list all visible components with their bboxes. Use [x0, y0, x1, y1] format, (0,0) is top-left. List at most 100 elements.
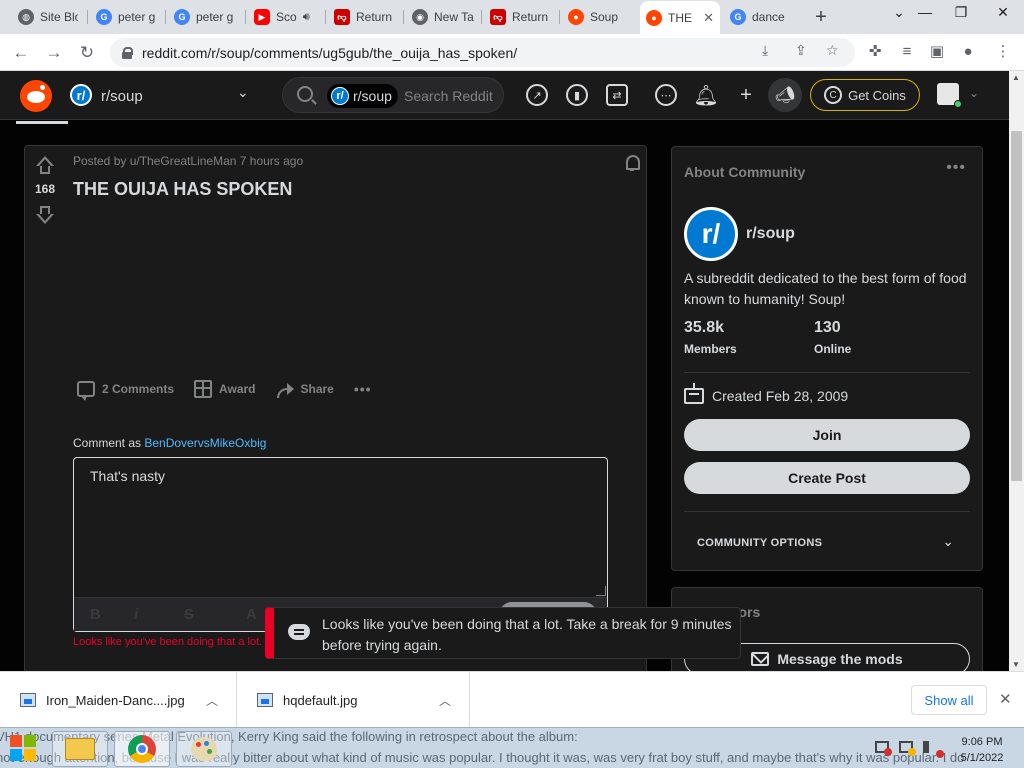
search-scope-chip[interactable]: r/ r/soup: [327, 84, 398, 108]
downvote-arrow-icon[interactable]: [36, 204, 54, 224]
advertise-megaphone-icon[interactable]: 📣︎: [768, 78, 802, 112]
bookmark-star-icon[interactable]: ☆: [826, 42, 839, 59]
system-clock[interactable]: 9:06 PM 5/1/2022: [952, 734, 1012, 766]
start-button[interactable]: [10, 735, 38, 763]
chevron-up-icon[interactable]: ︿: [439, 692, 451, 709]
close-downloads-icon[interactable]: ✕: [999, 690, 1012, 708]
superscript-icon[interactable]: A: [246, 606, 257, 623]
side-panel-icon[interactable]: ▣: [927, 42, 947, 62]
google-icon: G: [730, 9, 746, 25]
chevron-down-icon[interactable]: ⌄: [969, 86, 979, 100]
user-avatar[interactable]: [937, 83, 962, 108]
community-options-toggle[interactable]: COMMUNITY OPTIONS: [697, 537, 822, 549]
search-input[interactable]: Search Reddit: [404, 88, 500, 104]
resize-grip-icon[interactable]: [596, 586, 606, 596]
scrollbar-thumb[interactable]: [1011, 131, 1022, 481]
get-coins-button[interactable]: C Get Coins: [810, 79, 920, 111]
follow-bell-icon[interactable]: [624, 154, 642, 172]
members-stat: 35.8k Members: [684, 319, 737, 356]
online-dot: [954, 100, 962, 108]
browser-tab[interactable]: ◉ New Ta: [406, 5, 482, 29]
username-link[interactable]: BenDovervsMikeOxbig: [144, 436, 266, 450]
post-card: 168 Posted by u/TheGreatLineMan 7 hours …: [24, 145, 647, 671]
media-icon[interactable]: ≡: [897, 42, 917, 62]
forward-button[interactable]: →: [42, 41, 66, 65]
search-bar[interactable]: r/ r/soup Search Reddit: [282, 77, 504, 113]
tab-search-chevron-icon[interactable]: ⌄: [888, 4, 910, 21]
upvote-arrow-icon[interactable]: [36, 156, 54, 176]
notifications-bell-icon[interactable]: 🔔︎: [693, 84, 718, 107]
strikethrough-icon[interactable]: S: [184, 606, 194, 623]
profile-icon[interactable]: ●: [958, 42, 978, 62]
minimize-button[interactable]: —: [914, 4, 936, 20]
browser-tab-active[interactable]: ● THE ✕: [640, 1, 720, 34]
restore-button[interactable]: ❐: [950, 4, 972, 21]
file-explorer-taskbar-icon[interactable]: [52, 731, 108, 767]
reddit-logo-icon[interactable]: [20, 80, 52, 112]
url-bar[interactable]: reddit.com/r/soup/comments/ug5gub/the_ou…: [110, 38, 855, 67]
toast-message: Looks like you've been doing that a lot.…: [322, 616, 732, 653]
browser-tab[interactable]: ▶ Sco 🔊︎: [248, 5, 326, 29]
subreddit-icon: r/: [331, 87, 349, 105]
browser-tab[interactable]: 👎︎ Return: [328, 5, 404, 29]
close-tab-icon[interactable]: ✕: [703, 10, 714, 26]
download-item[interactable]: hqdefault.jpg ︿: [237, 672, 470, 728]
dislike-icon: 👎︎: [334, 9, 350, 25]
custom-feed-icon[interactable]: ⇄: [606, 84, 628, 106]
share-button[interactable]: Share: [276, 381, 334, 398]
browser-tab[interactable]: G peter g: [90, 5, 162, 29]
comment-icon: [77, 381, 95, 401]
italic-icon[interactable]: i: [134, 606, 138, 623]
speaker-icon[interactable]: 🔊︎: [303, 11, 310, 24]
coin-icon: C: [824, 86, 843, 104]
subreddit-name[interactable]: r/soup: [746, 225, 795, 243]
download-item[interactable]: Iron_Maiden-Danc....jpg ︿: [0, 672, 237, 728]
new-tab-button[interactable]: +: [810, 6, 832, 29]
post-meta[interactable]: Posted by u/TheGreatLineMan 7 hours ago: [73, 154, 303, 168]
page-content: 168 Posted by u/TheGreatLineMan 7 hours …: [0, 121, 1009, 671]
browser-tab[interactable]: G dance: [724, 5, 800, 29]
popular-icon[interactable]: ↗: [526, 84, 548, 106]
browser-tab[interactable]: ◍ Site Blo: [12, 5, 84, 29]
chat-icon[interactable]: ⋯: [655, 84, 677, 106]
paint-taskbar-icon[interactable]: [176, 731, 232, 767]
comments-button[interactable]: 2 Comments: [77, 381, 174, 401]
browser-tab[interactable]: G peter g: [168, 5, 240, 29]
award-button[interactable]: Award: [194, 380, 256, 398]
create-post-plus-icon[interactable]: +: [735, 84, 757, 106]
community-switcher-label[interactable]: r/soup: [101, 88, 143, 105]
extensions-icon[interactable]: ✜: [865, 42, 885, 62]
browser-tab[interactable]: ● Soup: [562, 5, 638, 29]
comment-textarea[interactable]: [74, 458, 607, 598]
install-icon[interactable]: ⤓: [762, 42, 768, 59]
youtube-icon: ▶: [254, 9, 270, 25]
envelope-icon: [751, 652, 770, 666]
scroll-up-arrow-icon[interactable]: ▲: [1012, 73, 1020, 82]
stats-icon[interactable]: ▮: [566, 84, 588, 106]
url-text: reddit.com/r/soup/comments/ug5gub/the_ou…: [142, 44, 518, 61]
menu-kebab-icon[interactable]: ⋮: [993, 42, 1013, 62]
chevron-up-icon[interactable]: ︿: [206, 692, 218, 709]
chevron-down-icon[interactable]: ⌄: [237, 84, 249, 101]
chrome-taskbar-icon[interactable]: [114, 731, 170, 767]
close-window-button[interactable]: ✕: [992, 4, 1014, 21]
tray-volume-icon[interactable]: [923, 741, 944, 758]
reload-button[interactable]: ↻: [75, 41, 99, 65]
scroll-down-arrow-icon[interactable]: ▼: [1012, 660, 1020, 669]
reddit-header: r/ r/soup ⌄ r/ r/soup Search Reddit ↗ ▮ …: [0, 71, 1009, 120]
share-icon[interactable]: ⇪: [795, 42, 807, 59]
page-scrollbar[interactable]: ▲ ▼: [1009, 71, 1024, 671]
lock-icon[interactable]: [122, 46, 133, 59]
back-button[interactable]: ←: [9, 41, 33, 65]
browser-tab[interactable]: 👎︎ Return: [484, 5, 560, 29]
show-all-downloads-button[interactable]: Show all: [911, 685, 987, 715]
vote-score: 168: [34, 182, 56, 196]
more-options-icon[interactable]: •••: [354, 381, 372, 397]
create-post-button[interactable]: Create Post: [684, 462, 970, 494]
bold-icon[interactable]: B: [90, 606, 101, 623]
more-options-icon[interactable]: •••: [946, 159, 966, 177]
chevron-down-icon[interactable]: ⌄: [942, 533, 954, 550]
tray-network-icon[interactable]: [899, 741, 916, 756]
tray-flag-icon[interactable]: [875, 741, 892, 756]
join-button[interactable]: Join: [684, 419, 970, 451]
